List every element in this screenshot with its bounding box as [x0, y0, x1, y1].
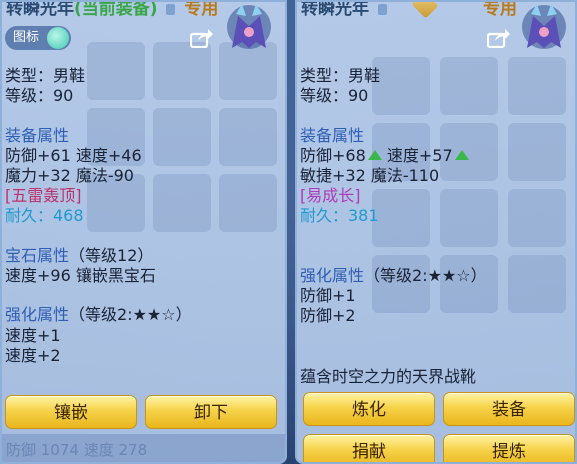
enhance-line-header: 强化属性（等级2:★★☆）	[5, 305, 192, 325]
enhance-header: 强化属性	[5, 305, 70, 324]
attr-header: 装备属性	[300, 126, 365, 145]
character-avatar	[522, 4, 566, 49]
enhance-line-1: 防御+1	[300, 286, 356, 305]
attr-line-2: 敏捷+32 魔法-110	[300, 166, 440, 185]
compare-item-tooltip: 转瞬光年 专用 类型：男鞋 等级：90 装备属性 防御+68 速度+57 敏捷+…	[295, 0, 577, 464]
enhance-level: （等级2:★★☆）	[364, 266, 487, 285]
exclusive-label: 专用	[184, 0, 219, 19]
equipped-item-tooltip: 转瞬光年(当前装备) 专用 图标 类型：男鞋 等级：90 装备属性 防御+61 …	[0, 0, 287, 464]
gem-level: （等级12）	[69, 246, 154, 265]
unequip-button[interactable]: 卸下	[145, 395, 277, 429]
enhance-header: 强化属性	[300, 266, 365, 285]
lock-icon	[166, 3, 176, 15]
special-skill: [易成长]	[300, 186, 361, 205]
attr-speed: 速度+57	[386, 146, 453, 165]
enhance-level: （等级2:★★☆）	[69, 305, 192, 324]
item-name: 转瞬光年	[6, 0, 74, 19]
share-icon[interactable]	[487, 28, 511, 48]
inlay-button[interactable]: 镶嵌	[5, 395, 137, 429]
enhance-line-1: 速度+1	[5, 326, 61, 345]
exclusive-label: 专用	[483, 0, 517, 19]
item-title: 转瞬光年	[301, 0, 390, 19]
equipped-note: (当前装备)	[74, 0, 158, 19]
durability: 耐久：468	[5, 206, 84, 225]
durability: 耐久：381	[300, 206, 379, 225]
item-title: 转瞬光年(当前装备) 专用	[6, 0, 219, 19]
attr-header: 装备属性	[5, 126, 70, 145]
up-arrow-icon	[367, 150, 382, 160]
enhance-line-2: 速度+2	[5, 346, 61, 365]
gem-line: 速度+96 镶嵌黑宝石	[5, 266, 156, 285]
enhance-line-header: 强化属性（等级2:★★☆）	[300, 266, 487, 286]
lock-icon	[377, 3, 387, 15]
bottom-stats-strip: 防御 1074 速度 278	[2, 434, 285, 462]
refine-button[interactable]: 炼化	[303, 392, 435, 426]
share-icon[interactable]	[190, 28, 214, 48]
level-line: 等级：90	[300, 86, 369, 105]
attr-line-2: 魔力+32 魔法-90	[5, 166, 134, 185]
type-line: 类型：男鞋	[5, 66, 86, 85]
equip-button[interactable]: 装备	[443, 392, 575, 426]
diamond-badge-icon	[411, 2, 439, 19]
level-line: 等级：90	[5, 86, 74, 105]
up-arrow-icon	[454, 150, 469, 160]
toggle-knob	[47, 27, 69, 49]
exclusive-label-wrap: 专用	[483, 0, 517, 19]
gem-line-header: 宝石属性（等级12）	[5, 246, 153, 266]
attr-defense: 防御+68	[300, 146, 366, 165]
special-skill: [五雷轰顶]	[5, 186, 82, 205]
character-avatar	[227, 4, 271, 49]
enhance-line-2: 防御+2	[300, 306, 356, 325]
attr-line-1: 防御+61 速度+46	[5, 146, 142, 165]
item-name: 转瞬光年	[301, 0, 369, 19]
attr-line-1: 防御+68 速度+57	[300, 146, 469, 166]
icon-toggle-label: 图标	[13, 30, 40, 45]
icon-toggle[interactable]: 图标	[5, 26, 71, 50]
set-name: 蕴含时空之力的天界战靴	[300, 367, 477, 386]
extract-button[interactable]: 提炼	[443, 434, 575, 462]
gem-header: 宝石属性	[5, 246, 70, 265]
type-line: 类型：男鞋	[300, 66, 381, 85]
donate-button[interactable]: 捐献	[303, 434, 435, 462]
background-inventory-grid	[87, 42, 277, 232]
